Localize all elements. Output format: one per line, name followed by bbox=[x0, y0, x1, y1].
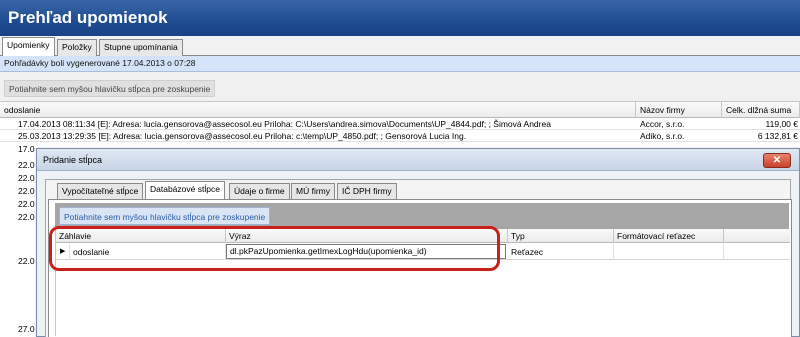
group-panel[interactable]: Potiahnite sem myšou hlavičku stĺpca pre… bbox=[0, 72, 800, 102]
cell-odoslanie: 17.04.2013 08:11:34 [E]: Adresa: lucia.g… bbox=[18, 119, 551, 129]
tab-mu-firmy[interactable]: MÚ firmy bbox=[291, 183, 335, 199]
cell-typ[interactable]: Reťazec bbox=[508, 244, 614, 260]
row-stub: 27.0 bbox=[18, 324, 35, 334]
info-bar: Pohľadávky boli vygenerované 17.04.2013 … bbox=[0, 56, 800, 72]
close-button[interactable]: ✕ bbox=[763, 153, 791, 168]
dialog-title: Pridanie stĺpca bbox=[37, 149, 799, 171]
column-header-nazov-firmy[interactable]: Názov firmy bbox=[636, 102, 722, 118]
row-stub: 22.0 bbox=[18, 186, 35, 196]
tab-vypocitatelne-stlpce[interactable]: Vypočítateľné stĺpce bbox=[57, 183, 144, 199]
tab-stupne-upominania[interactable]: Stupne upomínania bbox=[99, 39, 183, 56]
cell-suma: 119,00 € bbox=[765, 119, 798, 129]
group-hint: Potiahnite sem myšou hlavičku stĺpca pre… bbox=[4, 80, 216, 97]
page-title: Prehľad upomienok bbox=[0, 0, 800, 36]
dialog-tab-strip: Vypočítateľné stĺpce Databázové stĺpce Ú… bbox=[57, 181, 797, 199]
row-stub: 22.0 bbox=[18, 256, 35, 266]
dialog-group-hint: Potiahnite sem myšou hlavičku stĺpca pre… bbox=[59, 207, 271, 225]
row-stub: 22.0 bbox=[18, 212, 35, 222]
tab-upomienky[interactable]: Upomienky bbox=[2, 37, 55, 57]
row-stub: 17.0 bbox=[18, 144, 35, 154]
column-header-odoslanie[interactable]: odoslanie bbox=[0, 102, 636, 118]
highlight-annotation bbox=[49, 226, 500, 271]
column-header-typ[interactable]: Typ bbox=[508, 229, 614, 243]
tab-polozky[interactable]: Položky bbox=[57, 39, 97, 56]
table-row[interactable]: 25.03.2013 13:29:35 [E]: Adresa: lucia.g… bbox=[0, 131, 800, 142]
tab-strip: Upomienky Položky Stupne upomínania bbox=[0, 36, 800, 57]
cell-odoslanie: 25.03.2013 13:29:35 [E]: Adresa: lucia.g… bbox=[18, 131, 467, 141]
cell-suma: 6 132,81 € bbox=[757, 131, 798, 141]
cell-formatovaci-retazec[interactable] bbox=[614, 244, 724, 260]
row-stub: 22.0 bbox=[18, 160, 35, 170]
column-header-formatovaci-retazec[interactable]: Formátovací reťazec bbox=[614, 229, 724, 243]
tab-databazove-stlpce[interactable]: Databázové stĺpce bbox=[145, 181, 225, 199]
grid-header: odoslanie Názov firmy Celk. dlžná suma bbox=[0, 102, 800, 118]
tab-ic-dph-firmy[interactable]: IČ DPH firmy bbox=[337, 183, 397, 199]
row-stub: 22.0 bbox=[18, 199, 35, 209]
table-row[interactable]: 17.04.2013 08:11:34 [E]: Adresa: lucia.g… bbox=[0, 119, 800, 130]
cell-nazov-firmy: Accor, s.r.o. bbox=[640, 119, 685, 129]
column-header-celk-dlzna-suma[interactable]: Celk. dlžná suma bbox=[722, 102, 800, 118]
cell-nazov-firmy: Adiko, s.r.o. bbox=[640, 131, 685, 141]
screen: Prehľad upomienok Upomienky Položky Stup… bbox=[0, 0, 800, 337]
row-stub: 22.0 bbox=[18, 173, 35, 183]
tab-udaje-o-firme[interactable]: Údaje o firme bbox=[229, 183, 290, 199]
